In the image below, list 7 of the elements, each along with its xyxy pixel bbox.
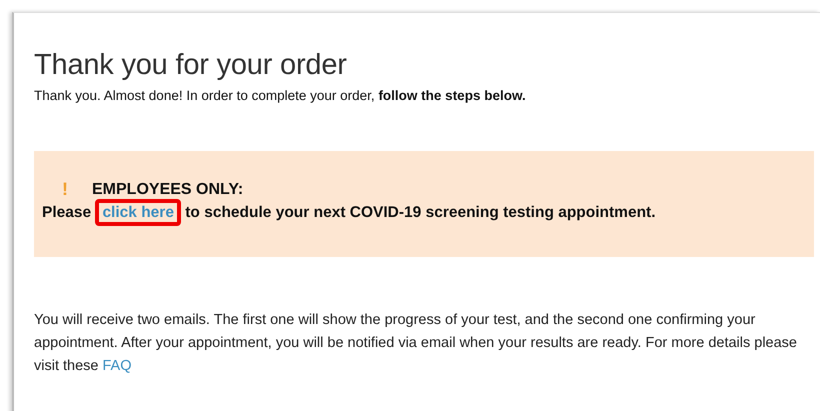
intro-text: Thank you. Almost done! In order to complete your order, follow the steps below. <box>34 88 527 103</box>
faq-link[interactable]: FAQ <box>102 358 132 374</box>
page-title: Thank you for your order <box>34 49 348 82</box>
info-paragraph: You will receive two emails. The first one will show the progress of your test, and the second one confirming your appointment. After your appointment, you will be notified via email when your results are ready. For more details please visit these FAQ <box>34 311 798 376</box>
schedule-link[interactable]: click here <box>95 199 181 226</box>
notice-heading: EMPLOYEES ONLY: <box>92 180 244 198</box>
warning-icon: ! <box>62 179 68 200</box>
